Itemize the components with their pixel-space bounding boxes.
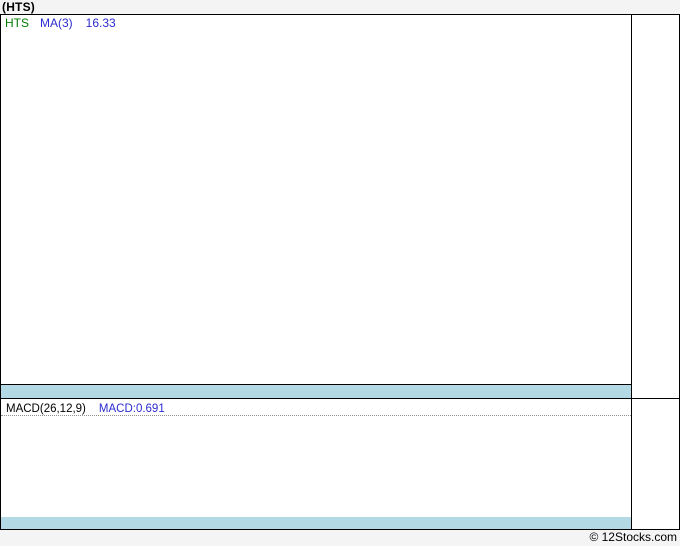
axis-divider-line	[631, 15, 632, 529]
ticker-symbol-label: HTS	[5, 16, 29, 30]
macd-indicator-value: MACD:0.691	[98, 403, 165, 415]
chart-frame: HTS MA(3) 16.33 MACD(26,12,9) MACD:0.691	[0, 14, 680, 530]
lower-blue-band	[1, 517, 631, 529]
price-legend: HTS MA(3) 16.33	[5, 17, 116, 30]
macd-gridline	[1, 415, 631, 416]
macd-panel: MACD(26,12,9) MACD:0.691	[1, 399, 631, 529]
page-title: (HTS)	[2, 0, 35, 14]
macd-indicator-label: MACD(26,12,9)	[6, 403, 86, 415]
macd-legend: MACD(26,12,9) MACD:0.691	[6, 403, 165, 415]
price-panel: HTS MA(3) 16.33	[1, 15, 631, 384]
upper-blue-band	[1, 385, 631, 398]
macd-right-axis	[631, 399, 679, 529]
ma-indicator-label: MA(3)	[40, 16, 73, 30]
copyright-text: © 12Stocks.com	[589, 530, 677, 544]
ma-indicator-value: 16.33	[85, 16, 116, 30]
